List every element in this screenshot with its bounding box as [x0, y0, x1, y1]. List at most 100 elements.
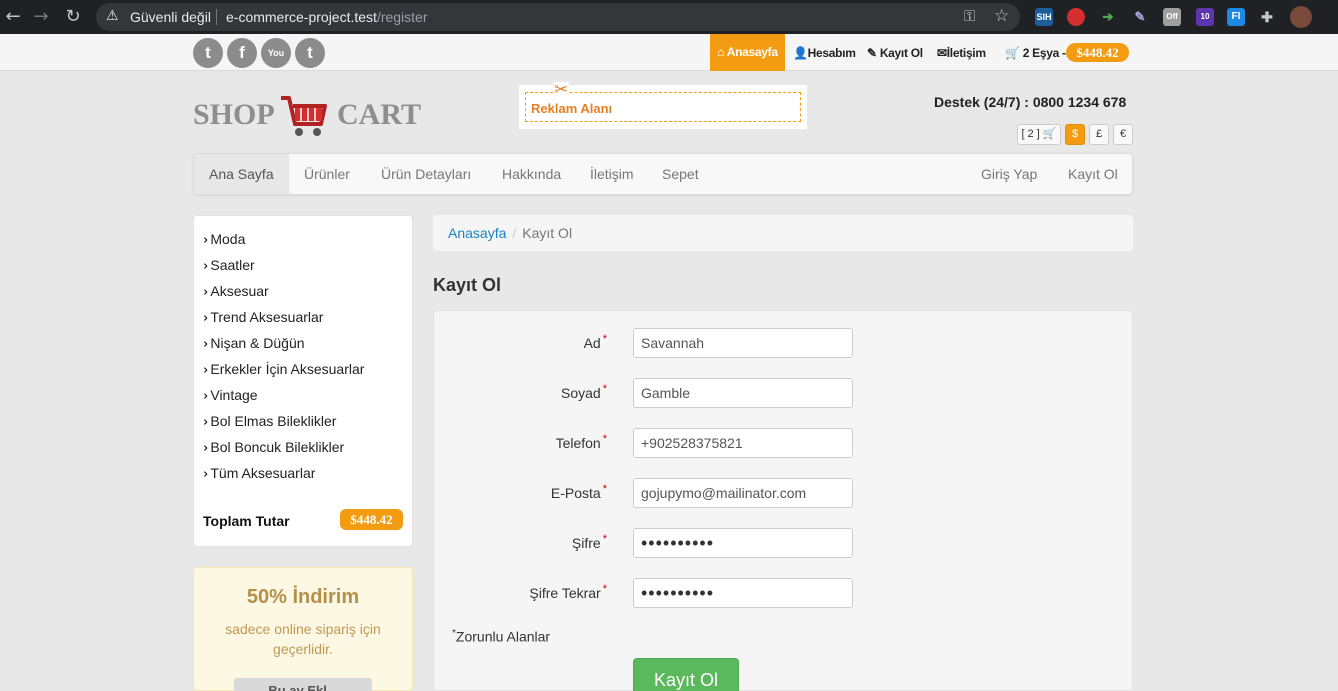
- security-status[interactable]: Güvenli değil: [130, 9, 211, 25]
- address-bar[interactable]: ⚠ Güvenli değil e-commerce-project.test/…: [96, 3, 1020, 31]
- form-row-last-name: Soyad *: [434, 378, 1134, 408]
- form-row-phone: Telefon *: [434, 428, 1134, 458]
- cart-icon: 🛒: [1042, 128, 1057, 140]
- breadcrumb-current: Kayıt Ol: [522, 225, 573, 241]
- pen-extension-icon[interactable]: ✎: [1131, 8, 1149, 26]
- currency-eur-button[interactable]: €: [1113, 124, 1133, 145]
- nav-item-cart[interactable]: Sepet: [662, 154, 699, 194]
- top-link-register[interactable]: ✎ Kayıt Ol: [867, 46, 923, 60]
- site-topbar: t f You t ⌂ Anasayfa 👤Hesabım ✎ Kayıt Ol…: [0, 34, 1338, 71]
- phone-label: Telefon *: [555, 433, 607, 451]
- url-text[interactable]: e-commerce-project.test/register: [226, 9, 428, 25]
- top-link-account[interactable]: 👤Hesabım: [793, 46, 856, 60]
- user-icon: 👤: [793, 46, 808, 60]
- ad-banner[interactable]: ✂ Reklam Alanı: [519, 82, 807, 129]
- form-row-password: Şifre *: [434, 528, 1134, 558]
- first-name-label: Ad *: [583, 333, 607, 351]
- shield-extension-icon[interactable]: [1067, 8, 1085, 26]
- last-name-label: Soyad *: [561, 383, 607, 401]
- chevron-right-icon: ›: [203, 233, 209, 248]
- chevron-right-icon: ›: [203, 467, 209, 482]
- chevron-right-icon: ›: [203, 415, 209, 430]
- form-row-email: E-Posta *: [434, 478, 1134, 508]
- category-item[interactable]: › Saatler: [203, 257, 254, 274]
- register-submit-button[interactable]: Kayıt Ol: [633, 658, 739, 691]
- support-phone: Destek (24/7) : 0800 1234 678: [934, 94, 1127, 110]
- edit-icon: ✎: [867, 46, 877, 60]
- password-repeat-input[interactable]: [633, 578, 853, 608]
- envelope-icon: ✉: [937, 46, 947, 60]
- puzzle-extension-icon[interactable]: ✚: [1258, 8, 1276, 26]
- twitter-icon[interactable]: t: [193, 38, 223, 68]
- password-input[interactable]: [633, 528, 853, 558]
- top-link-home[interactable]: ⌂ Anasayfa: [710, 34, 785, 71]
- reload-icon[interactable]: ↻: [62, 6, 84, 28]
- category-sidebar: › Moda › Saatler › Aksesuar › Trend Aksesuar…: [193, 215, 413, 547]
- first-name-input[interactable]: [633, 328, 853, 358]
- nav-item-home[interactable]: Ana Sayfa: [194, 154, 289, 194]
- profile-avatar[interactable]: [1290, 6, 1312, 28]
- category-item[interactable]: › Aksesuar: [203, 283, 268, 300]
- sidebar-total-badge: $448.42: [340, 509, 403, 530]
- cart-total-label: Toplam Tutar: [203, 513, 290, 529]
- currency-usd-button[interactable]: $: [1065, 124, 1085, 145]
- chevron-right-icon: ›: [203, 441, 209, 456]
- youtube-icon[interactable]: You: [261, 38, 291, 68]
- category-item[interactable]: › Bol Boncuk Bileklikler: [203, 439, 344, 456]
- form-row-password-repeat: Şifre Tekrar *: [434, 578, 1134, 608]
- top-link-contact[interactable]: ✉İletişim: [937, 46, 986, 60]
- key-icon[interactable]: ⚿: [964, 7, 975, 25]
- chevron-right-icon: ›: [203, 259, 209, 274]
- warning-icon[interactable]: ⚠: [106, 8, 119, 24]
- nav-item-about[interactable]: Hakkında: [502, 154, 561, 194]
- nav-item-contact[interactable]: İletişim: [590, 154, 634, 194]
- category-item[interactable]: › Moda: [203, 231, 245, 248]
- required-fields-note: *Zorunlu Alanlar: [452, 628, 551, 645]
- top-link-cart[interactable]: 🛒 2 Eşya -: [1005, 46, 1066, 60]
- category-item[interactable]: › Trend Aksesuarlar: [203, 309, 323, 326]
- address-divider: [216, 9, 217, 25]
- chevron-right-icon: ›: [203, 363, 209, 378]
- cart-icon: 🛒: [1005, 46, 1020, 60]
- nav-item-register[interactable]: Kayıt Ol: [1068, 154, 1118, 194]
- nav-item-products[interactable]: Ürünler: [304, 154, 350, 194]
- chevron-right-icon: ›: [203, 389, 209, 404]
- category-item[interactable]: › Nişan & Düğün: [203, 335, 304, 352]
- page-title: Kayıt Ol: [433, 275, 502, 295]
- chevron-right-icon: ›: [203, 285, 209, 300]
- browser-toolbar: ← → ↻ ⚠ Güvenli değil e-commerce-project…: [0, 0, 1338, 34]
- breadcrumb: Anasayfa / Kayıt Ol: [433, 215, 1133, 251]
- chevron-right-icon: ›: [203, 311, 209, 326]
- bookmark-star-icon[interactable]: ☆: [994, 6, 1009, 26]
- off-extension-icon[interactable]: Off: [1163, 8, 1181, 26]
- phone-input[interactable]: [633, 428, 853, 458]
- logo-text-shop: SHOP: [193, 98, 275, 131]
- nav-item-product-details[interactable]: Ürün Detayları: [381, 154, 471, 194]
- email-input[interactable]: [633, 478, 853, 508]
- cart-total-badge[interactable]: $448.42: [1066, 43, 1129, 62]
- promo-text: sadece online sipariş için geçerlidir.: [225, 621, 381, 657]
- currency-gbp-button[interactable]: £: [1089, 124, 1109, 145]
- breadcrumb-home-link[interactable]: Anasayfa: [448, 225, 506, 241]
- main-navigation: Ana Sayfa Ürünler Ürün Detayları Hakkınd…: [193, 153, 1133, 195]
- facebook-icon[interactable]: f: [227, 38, 257, 68]
- category-item[interactable]: › Vintage: [203, 387, 257, 404]
- last-name-input[interactable]: [633, 378, 853, 408]
- nav-item-login[interactable]: Giriş Yap: [981, 154, 1037, 194]
- category-item[interactable]: › Bol Elmas Bileklikler: [203, 413, 336, 430]
- shopping-cart-logo-icon: [281, 96, 327, 136]
- tumblr-icon[interactable]: t: [295, 38, 325, 68]
- fi-extension-icon[interactable]: FI: [1227, 8, 1245, 26]
- category-item[interactable]: › Erkekler İçin Aksesuarlar: [203, 361, 364, 378]
- password-repeat-label: Şifre Tekrar *: [529, 583, 607, 601]
- badge-extension-icon[interactable]: 10: [1196, 8, 1214, 26]
- form-row-first-name: Ad *: [434, 328, 1134, 358]
- back-arrow-icon[interactable]: ←: [2, 6, 24, 28]
- sih-extension-icon[interactable]: SIH: [1035, 8, 1053, 26]
- forward-arrow-icon[interactable]: →: [30, 6, 52, 28]
- category-item[interactable]: › Tüm Aksesuarlar: [203, 465, 315, 482]
- mini-cart-button[interactable]: [ 2 ] 🛒: [1017, 124, 1061, 145]
- promo-button[interactable]: Bu ay Ekl...: [234, 678, 372, 691]
- breadcrumb-separator: /: [512, 225, 517, 241]
- arrow-extension-icon[interactable]: ➔: [1099, 8, 1117, 26]
